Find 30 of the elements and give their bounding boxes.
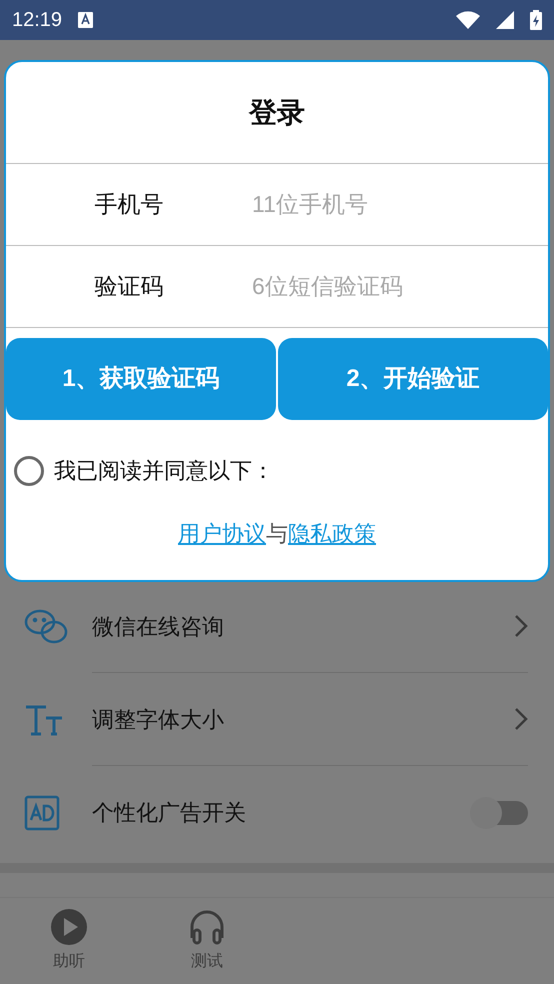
user-agreement-link[interactable]: 用户协议 (178, 517, 266, 550)
keyboard-notification-icon (78, 12, 94, 28)
headphones-icon (188, 908, 226, 946)
setting-label: 微信在线咨询 (92, 612, 225, 640)
chevron-right-icon (514, 614, 528, 638)
input-field[interactable]: 11位手机号 (252, 164, 548, 245)
play-icon (50, 908, 88, 946)
nav-tab[interactable]: 助听 (0, 908, 138, 974)
ad-icon (24, 794, 60, 830)
wifi-icon (456, 11, 480, 29)
field-label: 验证码 (94, 272, 164, 302)
chat-bubbles-icon (24, 608, 68, 646)
agreement-text: 我已阅读并同意以下： (54, 457, 274, 485)
setting-label: 个性化广告开关 (92, 799, 247, 827)
ad-toggle[interactable] (470, 796, 528, 828)
verify-button[interactable]: 1、获取验证码 (6, 338, 276, 420)
status-time: 12:19 (12, 8, 62, 33)
font-size-icon (24, 704, 64, 736)
joiner-text: 与 (266, 520, 288, 548)
field-label: 手机号 (94, 190, 164, 220)
chevron-right-icon (514, 707, 528, 731)
signal-icon (496, 11, 514, 29)
agree-radio[interactable] (14, 456, 44, 486)
nav-tab[interactable]: 测试 (138, 908, 276, 974)
verify-button[interactable]: 2、开始验证 (278, 338, 548, 420)
setting-label: 调整字体大小 (92, 706, 225, 734)
input-field[interactable]: 6位短信验证码 (252, 246, 548, 327)
battery-icon (530, 10, 542, 30)
privacy-policy-link[interactable]: 隐私政策 (288, 517, 376, 550)
dialog-title: 登录 (249, 96, 305, 130)
